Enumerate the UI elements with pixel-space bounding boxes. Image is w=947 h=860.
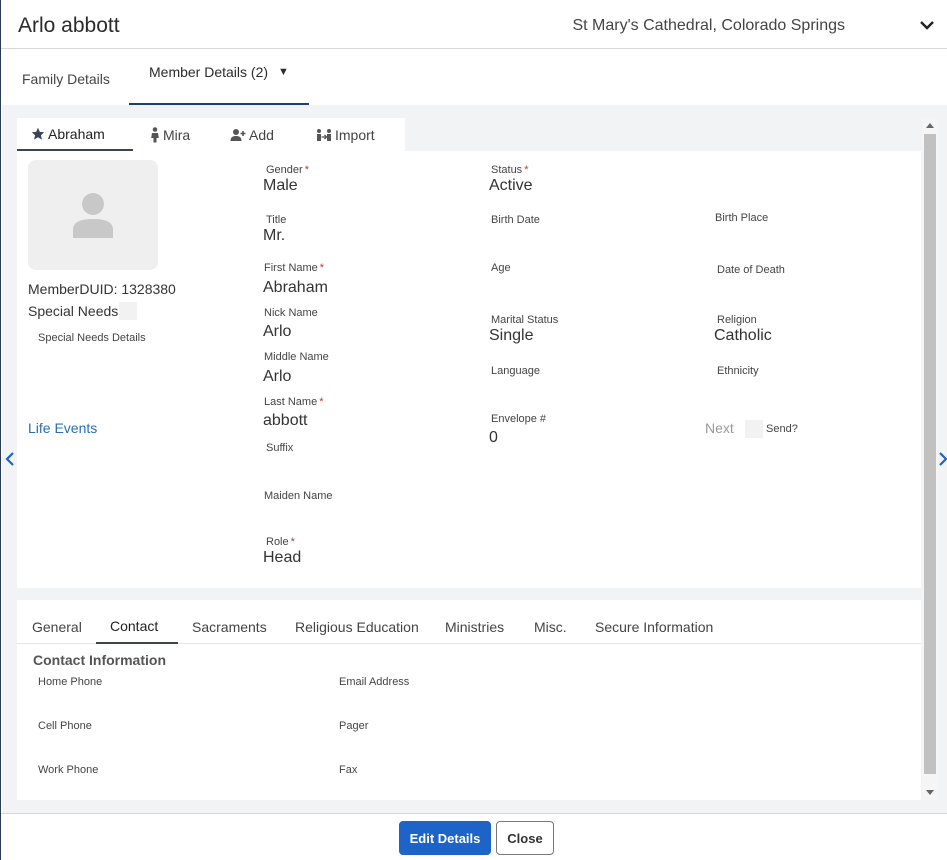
religion-label: Religion: [717, 314, 757, 326]
member-tab-abraham-label: Abraham: [48, 125, 105, 142]
fax-label: Fax: [339, 764, 358, 776]
edit-details-button[interactable]: Edit Details: [399, 821, 491, 855]
member-tab-abraham[interactable]: Abraham: [17, 118, 133, 151]
church-name: St Mary's Cathedral, Colorado Springs: [572, 17, 845, 34]
date-of-death-label: Date of Death: [717, 264, 785, 276]
pager-label: Pager: [339, 720, 369, 732]
contact-information-heading: Contact Information: [33, 652, 166, 668]
nick-name-label: Nick Name: [264, 307, 318, 319]
detail-sub-tabs: General Contact Sacraments Religious Edu…: [17, 612, 921, 644]
tab-member-details[interactable]: Member Details (2) ▼: [129, 49, 309, 106]
language-label: Language: [491, 365, 540, 377]
person-placeholder-icon: [73, 193, 113, 238]
role-value: Head: [263, 549, 302, 566]
first-name-value: Abraham: [263, 279, 328, 296]
special-needs: Special Needs: [28, 302, 138, 320]
envelope-label: Envelope #: [491, 413, 547, 425]
religion-value: Catholic: [714, 327, 772, 344]
birth-date-label: Birth Date: [491, 214, 540, 226]
member-tab-import[interactable]: Import: [316, 118, 375, 151]
tab-family-details[interactable]: Family Details: [22, 51, 110, 107]
vertical-scrollbar[interactable]: [922, 118, 938, 800]
tab-sacraments[interactable]: Sacraments: [192, 612, 267, 644]
envelope-value: 0: [489, 429, 498, 446]
gender-value: Male: [263, 177, 298, 194]
send-checkbox[interactable]: [745, 420, 763, 438]
tab-ministries[interactable]: Ministries: [445, 612, 504, 644]
member-dialog: Arlo abbott St Mary's Cathedral, Colorad…: [0, 0, 947, 860]
age-label: Age: [491, 262, 511, 274]
dialog-header: Arlo abbott St Mary's Cathedral, Colorad…: [1, 0, 947, 49]
nick-name-value: Arlo: [263, 323, 292, 340]
special-needs-label: Special Needs: [28, 303, 119, 319]
star-icon: [31, 127, 45, 140]
tab-general[interactable]: General: [32, 612, 82, 644]
member-tab-import-label: Import: [335, 126, 375, 143]
member-tabs: Abraham Mira Add Import: [17, 118, 405, 151]
status-label: Status *: [491, 164, 529, 176]
caret-down-icon: ▼: [278, 66, 289, 78]
member-tab-mira-label: Mira: [163, 126, 191, 143]
chevron-right-icon[interactable]: [938, 451, 947, 467]
life-events-link[interactable]: Life Events: [28, 420, 97, 436]
work-phone-label: Work Phone: [38, 764, 99, 776]
tab-member-details-label: Member Details (2): [149, 64, 269, 80]
ethnicity-label: Ethnicity: [717, 365, 759, 377]
gender-label: Gender *: [266, 164, 309, 176]
next-envelope-label: Next: [705, 420, 734, 436]
middle-name-value: Arlo: [263, 368, 292, 385]
special-needs-checkbox[interactable]: [119, 302, 138, 320]
first-name-label: First Name *: [264, 262, 325, 274]
import-people-icon: [317, 128, 331, 141]
title-label: Title: [266, 214, 287, 226]
suffix-label: Suffix: [266, 442, 294, 454]
last-name-value: abbott: [263, 412, 308, 429]
marital-status-label: Marital Status: [491, 314, 559, 326]
tab-secure-information[interactable]: Secure Information: [595, 612, 713, 644]
title-value: Mr.: [263, 227, 286, 244]
add-user-icon: [230, 128, 246, 141]
member-photo[interactable]: [28, 160, 158, 270]
tab-contact[interactable]: Contact: [96, 612, 178, 644]
top-tabs: Family Details Member Details (2) ▼: [1, 49, 947, 107]
member-tab-mira[interactable]: Mira: [150, 118, 190, 151]
special-needs-details-label: Special Needs Details: [38, 332, 146, 344]
family-name-title: Arlo abbott: [18, 14, 120, 37]
last-name-label: Last Name *: [264, 396, 324, 408]
middle-name-label: Middle Name: [264, 351, 329, 363]
scroll-down-icon[interactable]: [926, 788, 934, 796]
close-button[interactable]: Close: [496, 821, 554, 855]
member-tab-add[interactable]: Add: [230, 118, 274, 151]
marital-status-value: Single: [489, 327, 534, 344]
person-female-icon: [151, 126, 159, 142]
send-label: Send?: [766, 423, 798, 435]
cell-phone-label: Cell Phone: [38, 720, 92, 732]
maiden-name-label: Maiden Name: [264, 490, 333, 502]
member-duid: MemberDUID: 1328380: [28, 281, 176, 297]
tab-misc[interactable]: Misc.: [534, 612, 567, 644]
home-phone-label: Home Phone: [38, 676, 103, 688]
member-tab-add-label: Add: [249, 126, 274, 143]
scroll-up-icon[interactable]: [926, 122, 934, 130]
role-label: Role *: [266, 536, 295, 548]
scroll-thumb[interactable]: [924, 134, 936, 774]
email-address-label: Email Address: [339, 676, 410, 688]
chevron-left-icon[interactable]: [5, 451, 15, 467]
tab-religious-education[interactable]: Religious Education: [295, 612, 419, 644]
chevron-down-icon[interactable]: [918, 16, 936, 34]
birth-place-label: Birth Place: [715, 212, 769, 224]
status-value: Active: [489, 177, 533, 194]
